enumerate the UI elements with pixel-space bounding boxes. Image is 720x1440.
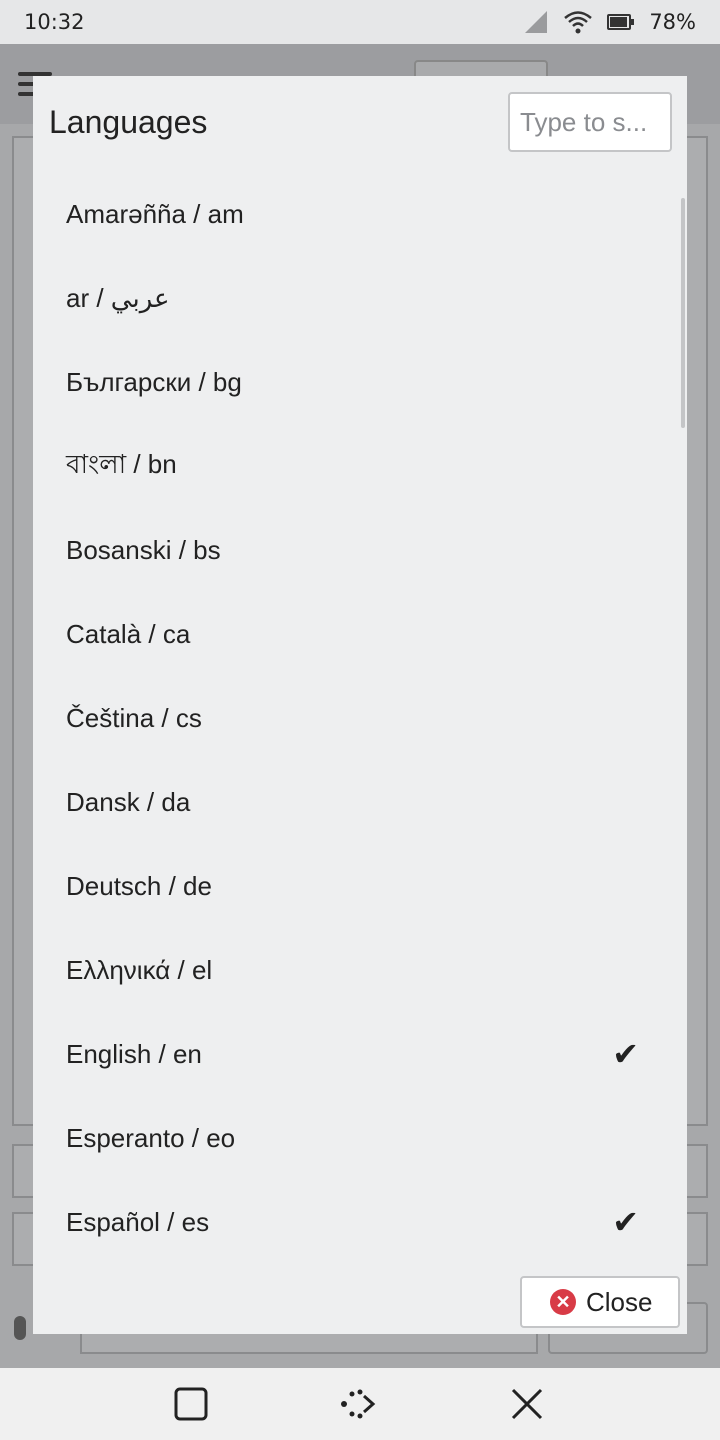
languages-dialog: Languages Amarəñña / am ar / عربي Българск… [33, 76, 687, 1334]
scrollbar-thumb[interactable] [681, 198, 685, 428]
language-label: Deutsch / de [66, 870, 212, 901]
language-item[interactable]: ar / عربي [33, 256, 687, 340]
language-label: Dansk / da [66, 786, 191, 817]
language-search-input[interactable] [508, 92, 672, 152]
battery-icon [607, 14, 635, 30]
status-bar: 10:32 78% [0, 0, 720, 44]
language-label: বাংলা / bn [66, 449, 177, 479]
checkmark-icon: ✔ [612, 1204, 639, 1240]
cellular-signal-icon [525, 11, 548, 33]
close-circle-icon: ✕ [550, 1289, 576, 1315]
keyboard-toggle-button[interactable] [336, 1382, 380, 1426]
overview-button[interactable] [169, 1382, 213, 1426]
language-item[interactable]: English / en ✔ [33, 1012, 687, 1096]
dialog-title: Languages [49, 104, 208, 140]
language-label: Български / bg [66, 366, 242, 397]
language-label: Català / ca [66, 618, 191, 649]
language-list[interactable]: Amarəñña / am ar / عربي Български / bg বাংল… [33, 172, 687, 1258]
status-time: 10:32 [24, 10, 85, 34]
status-icons: 78% [523, 0, 696, 44]
language-label: Español / es [66, 1206, 210, 1237]
language-label: Čeština / cs [66, 702, 202, 733]
close-x-icon [511, 1388, 543, 1420]
language-label: English / en [66, 1038, 202, 1069]
language-item[interactable]: Bosanski / bs [33, 508, 687, 592]
language-item[interactable]: Deutsch / de [33, 844, 687, 928]
language-item[interactable]: Dansk / da [33, 760, 687, 844]
language-label: Amarəñña / am [66, 198, 244, 229]
language-item[interactable]: Català / ca [33, 592, 687, 676]
language-item[interactable]: Amarəñña / am [33, 172, 687, 256]
navigation-bar [0, 1368, 720, 1440]
battery-percent: 78% [649, 10, 696, 34]
close-button-label: Close [586, 1286, 653, 1317]
language-item[interactable]: Esperanto / eo [33, 1096, 687, 1180]
keyboard-toggle-icon [341, 1389, 376, 1419]
wifi-icon [564, 11, 593, 34]
overview-square-icon [174, 1387, 208, 1421]
background-handle [14, 1316, 26, 1340]
language-item[interactable]: Español / es ✔ [33, 1180, 687, 1258]
close-button[interactable]: ✕ Close [520, 1276, 680, 1328]
language-label: Esperanto / eo [66, 1122, 236, 1153]
language-label: ar / عربي [66, 282, 170, 313]
language-item[interactable]: Български / bg [33, 340, 687, 424]
language-item[interactable]: বাংলা / bn [33, 424, 687, 508]
close-app-button[interactable] [505, 1382, 549, 1426]
language-item[interactable]: Ελληνικά / el [33, 928, 687, 1012]
language-item[interactable]: Čeština / cs [33, 676, 687, 760]
language-label: Bosanski / bs [66, 534, 221, 565]
checkmark-icon: ✔ [612, 1036, 639, 1072]
language-label: Ελληνικά / el [66, 954, 213, 985]
